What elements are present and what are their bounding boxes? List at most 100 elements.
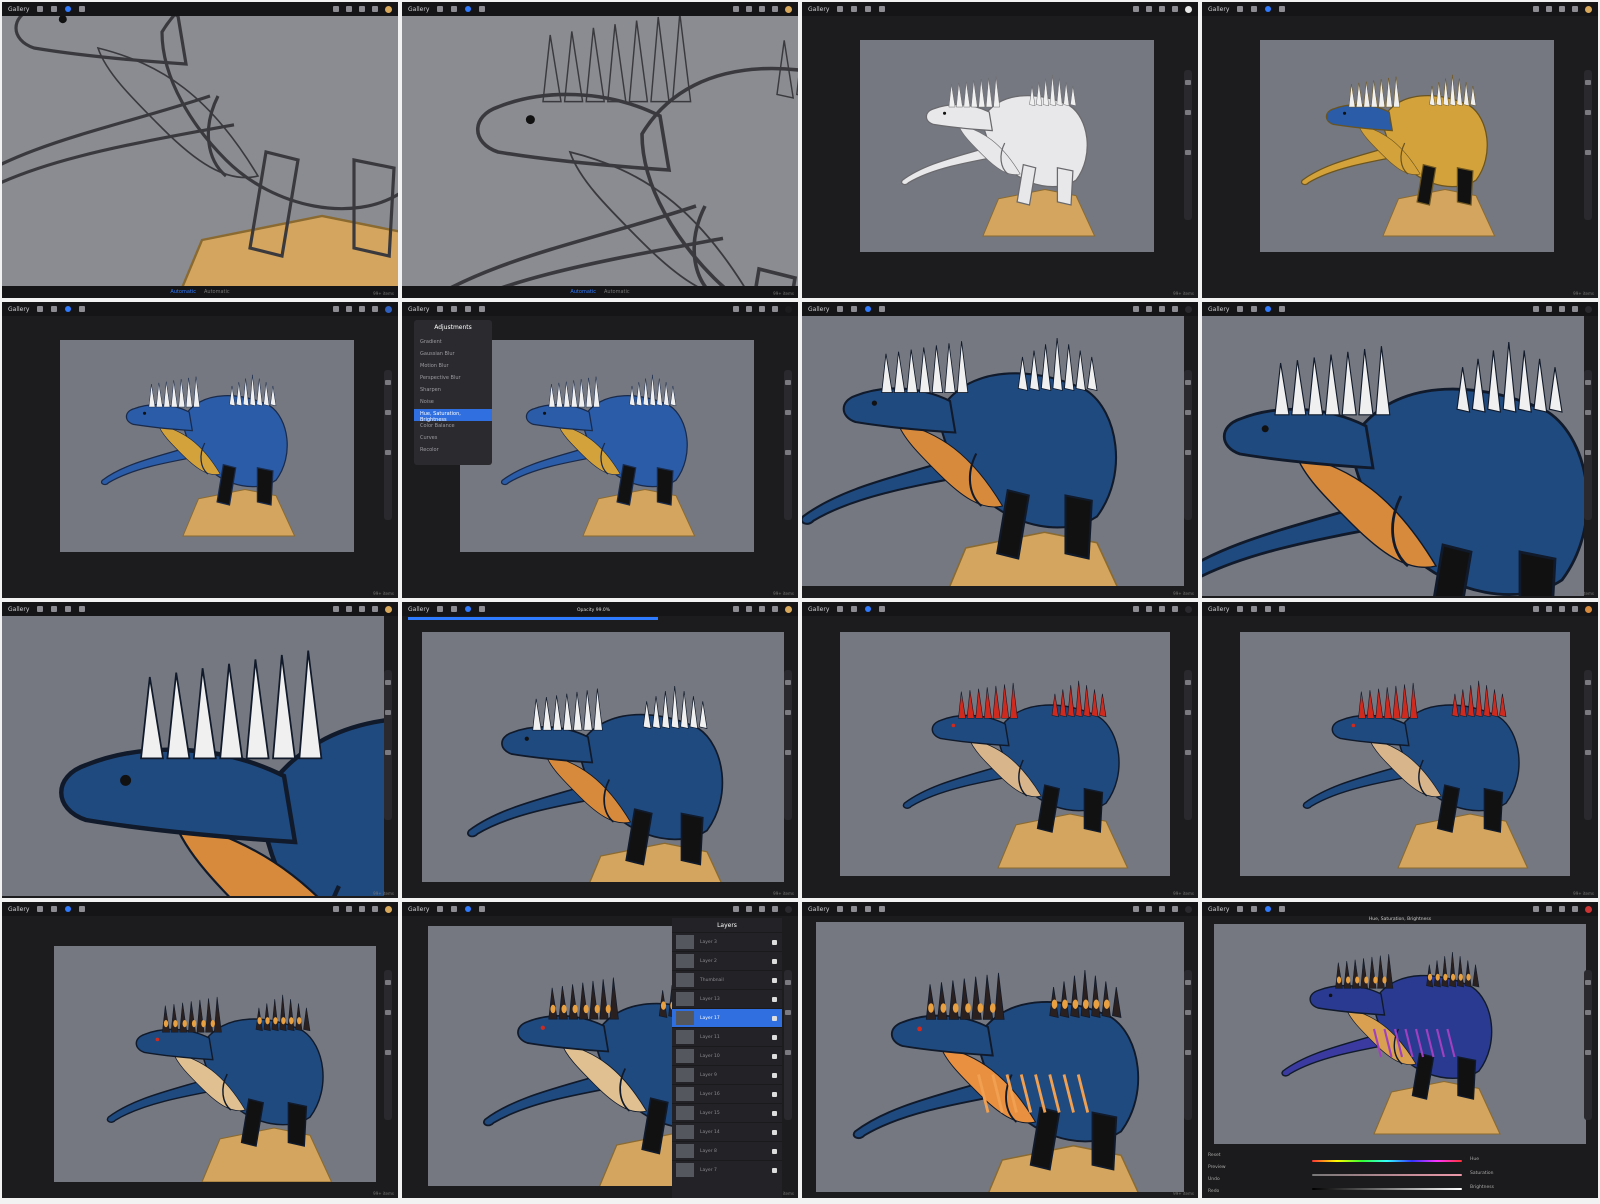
brush-size-slider[interactable] [1184, 70, 1192, 220]
eraser-icon[interactable] [759, 6, 765, 12]
wrench-icon[interactable] [437, 606, 444, 612]
eraser-icon[interactable] [1159, 6, 1165, 12]
layers-icon[interactable] [372, 906, 378, 912]
selection-icon[interactable] [465, 606, 472, 612]
eraser-icon[interactable] [359, 606, 365, 612]
brush-icon[interactable] [733, 606, 739, 612]
move-icon[interactable] [1279, 306, 1286, 312]
magic-wand-icon[interactable] [451, 6, 458, 12]
brush-icon[interactable] [1533, 606, 1539, 612]
brush-size-slider[interactable] [1584, 70, 1592, 220]
selection-icon[interactable] [65, 6, 72, 12]
adjustments-menu-item[interactable]: Motion Blur [414, 361, 492, 373]
layer-row[interactable]: Layer 2 [672, 951, 782, 970]
move-icon[interactable] [79, 6, 86, 12]
move-icon[interactable] [479, 6, 486, 12]
selection-icon[interactable] [65, 906, 72, 912]
magic-wand-icon[interactable] [1251, 606, 1258, 612]
layers-icon[interactable] [1172, 606, 1178, 612]
color-swatch[interactable] [385, 305, 392, 313]
color-swatch[interactable] [1585, 305, 1592, 313]
brush-icon[interactable] [733, 306, 739, 312]
layer-row[interactable]: Layer 14 [672, 1122, 782, 1141]
smudge-icon[interactable] [1146, 906, 1152, 912]
brush-icon[interactable] [1133, 906, 1139, 912]
hsb-side-item[interactable]: Preview [1202, 1162, 1242, 1174]
drawing-canvas[interactable] [816, 922, 1184, 1192]
eraser-icon[interactable] [1559, 606, 1565, 612]
smudge-icon[interactable] [346, 306, 352, 312]
gallery-button[interactable]: Gallery [808, 306, 829, 313]
drawing-canvas[interactable] [840, 632, 1170, 876]
smudge-icon[interactable] [1546, 906, 1552, 912]
brush-icon[interactable] [733, 906, 739, 912]
move-icon[interactable] [479, 906, 486, 912]
adjustments-menu-item[interactable]: Sharpen [414, 385, 492, 397]
move-icon[interactable] [879, 906, 886, 912]
drawing-canvas[interactable] [1214, 924, 1586, 1144]
wrench-icon[interactable] [437, 306, 444, 312]
gallery-button[interactable]: Gallery [1208, 906, 1229, 913]
move-icon[interactable] [79, 306, 86, 312]
gallery-button[interactable]: Gallery [408, 606, 429, 613]
move-icon[interactable] [479, 306, 486, 312]
layers-icon[interactable] [1172, 306, 1178, 312]
move-icon[interactable] [1279, 606, 1286, 612]
layers-icon[interactable] [372, 306, 378, 312]
drawing-canvas[interactable] [1240, 632, 1570, 876]
layer-row[interactable]: Layer 3 [672, 932, 782, 951]
hsb-side-item[interactable]: Undo [1202, 1174, 1242, 1186]
smudge-icon[interactable] [346, 906, 352, 912]
automatic-option[interactable]: Automatic [170, 289, 196, 295]
magic-wand-icon[interactable] [451, 306, 458, 312]
layer-row[interactable]: Layer 11 [672, 1027, 782, 1046]
color-swatch[interactable] [785, 605, 792, 613]
brush-icon[interactable] [1533, 306, 1539, 312]
layers-icon[interactable] [772, 306, 778, 312]
brush-size-slider[interactable] [1184, 370, 1192, 520]
smudge-icon[interactable] [1146, 6, 1152, 12]
selection-icon[interactable] [1265, 906, 1272, 912]
layer-row[interactable]: Layer 17 [672, 1008, 782, 1027]
magic-wand-icon[interactable] [851, 606, 858, 612]
smudge-icon[interactable] [1146, 306, 1152, 312]
gallery-button[interactable]: Gallery [408, 6, 429, 13]
brush-size-slider[interactable] [784, 970, 792, 1120]
hsb-slider[interactable] [1312, 1160, 1462, 1162]
selection-icon[interactable] [865, 606, 872, 612]
magic-wand-icon[interactable] [51, 906, 58, 912]
brush-icon[interactable] [733, 6, 739, 12]
smudge-icon[interactable] [746, 906, 752, 912]
selection-icon[interactable] [465, 306, 472, 312]
eraser-icon[interactable] [759, 606, 765, 612]
color-swatch[interactable] [385, 5, 392, 13]
wrench-icon[interactable] [837, 606, 844, 612]
brush-size-slider[interactable] [1184, 970, 1192, 1120]
layer-visibility-checkbox[interactable] [772, 1148, 777, 1154]
eraser-icon[interactable] [1159, 306, 1165, 312]
layer-row[interactable]: Layer 15 [672, 1103, 782, 1122]
color-swatch[interactable] [1185, 905, 1192, 913]
eraser-icon[interactable] [359, 6, 365, 12]
selection-icon[interactable] [65, 306, 72, 312]
wrench-icon[interactable] [1237, 306, 1244, 312]
move-icon[interactable] [79, 606, 86, 612]
selection-icon[interactable] [465, 6, 472, 12]
move-icon[interactable] [879, 606, 886, 612]
brush-size-slider[interactable] [384, 370, 392, 520]
selection-icon[interactable] [1265, 306, 1272, 312]
wrench-icon[interactable] [837, 306, 844, 312]
drawing-canvas[interactable] [60, 340, 354, 552]
move-icon[interactable] [79, 906, 86, 912]
gallery-button[interactable]: Gallery [8, 6, 29, 13]
move-icon[interactable] [1279, 906, 1286, 912]
move-icon[interactable] [479, 606, 486, 612]
color-swatch[interactable] [1585, 5, 1592, 13]
adjustments-menu-item[interactable]: Recolor [414, 445, 492, 457]
selection-icon[interactable] [1265, 606, 1272, 612]
drawing-canvas[interactable] [1202, 316, 1584, 596]
gallery-button[interactable]: Gallery [808, 606, 829, 613]
magic-wand-icon[interactable] [1251, 306, 1258, 312]
brush-icon[interactable] [333, 306, 339, 312]
magic-wand-icon[interactable] [451, 906, 458, 912]
